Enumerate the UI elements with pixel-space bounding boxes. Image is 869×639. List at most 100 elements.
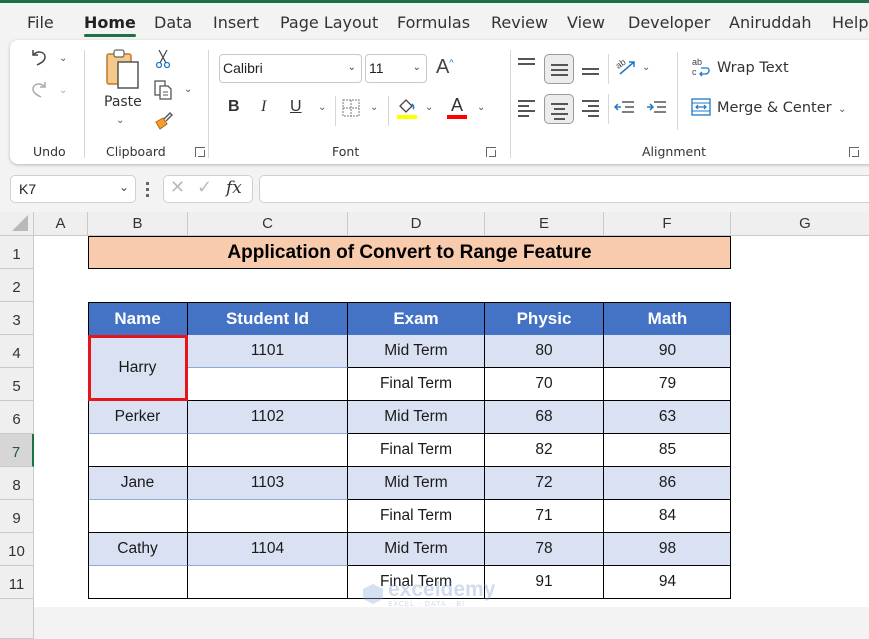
math-cell[interactable]: 98: [604, 533, 731, 566]
tab-home[interactable]: Home: [84, 13, 136, 37]
student-id-cell[interactable]: 1104: [188, 533, 348, 566]
tab-view[interactable]: View: [567, 13, 605, 32]
tab-help[interactable]: Help: [832, 13, 868, 32]
student-id-cell[interactable]: 1102: [188, 401, 348, 434]
column-header-c[interactable]: C: [188, 212, 348, 236]
row-header-9[interactable]: 9: [0, 500, 34, 533]
row-header-2[interactable]: 2: [0, 269, 34, 302]
borders-icon[interactable]: [341, 98, 361, 118]
tab-developer[interactable]: Developer: [628, 13, 710, 32]
exam-cell[interactable]: Mid Term: [348, 401, 485, 434]
exam-cell[interactable]: Mid Term: [348, 533, 485, 566]
format-painter-icon[interactable]: [153, 110, 175, 132]
italic-button[interactable]: I: [261, 98, 266, 116]
math-cell[interactable]: 90: [604, 335, 731, 368]
empty-cell[interactable]: [88, 500, 188, 533]
physic-cell[interactable]: 68: [485, 401, 604, 434]
paste-icon[interactable]: [104, 48, 142, 92]
fill-color-icon[interactable]: [396, 96, 418, 120]
copy-icon[interactable]: [152, 79, 174, 101]
physic-cell[interactable]: 91: [485, 566, 604, 599]
formula-bar-grip[interactable]: [146, 180, 150, 198]
fill-color-dropdown[interactable]: ⌄: [425, 102, 433, 113]
row-header-10[interactable]: 10: [0, 533, 34, 566]
tab-formulas[interactable]: Formulas: [397, 13, 470, 32]
orientation-dropdown[interactable]: ⌄: [642, 62, 650, 73]
decrease-indent-icon[interactable]: [614, 98, 636, 116]
copy-dropdown[interactable]: ⌄: [184, 84, 192, 95]
column-header-d[interactable]: D: [348, 212, 485, 236]
header-name[interactable]: Name: [88, 302, 188, 335]
header-student-id[interactable]: Student Id: [188, 302, 348, 335]
name-cell[interactable]: Cathy: [88, 533, 188, 566]
underline-button[interactable]: U: [290, 98, 302, 116]
merge-center-dropdown[interactable]: ⌄: [838, 104, 846, 115]
select-all-corner[interactable]: [0, 212, 34, 236]
row-header-5[interactable]: 5: [0, 368, 34, 401]
student-id-cell[interactable]: 1103: [188, 467, 348, 500]
physic-cell[interactable]: 72: [485, 467, 604, 500]
increase-indent-icon[interactable]: [646, 98, 668, 116]
exam-cell[interactable]: Final Term: [348, 566, 485, 599]
grow-font-button[interactable]: A^: [436, 56, 454, 79]
cancel-icon[interactable]: ✕: [170, 177, 185, 198]
exam-cell[interactable]: Mid Term: [348, 335, 485, 368]
align-left-button[interactable]: [512, 92, 542, 122]
empty-cell[interactable]: [188, 566, 348, 599]
alignment-dialog-launcher[interactable]: [849, 147, 859, 157]
wrap-text-button[interactable]: Wrap Text: [717, 60, 789, 76]
empty-cell[interactable]: [188, 368, 348, 401]
bold-button[interactable]: B: [228, 98, 240, 116]
paste-dropdown[interactable]: ⌄: [116, 115, 124, 126]
underline-dropdown[interactable]: ⌄: [318, 102, 326, 113]
header-physic[interactable]: Physic: [485, 302, 604, 335]
column-header-a[interactable]: A: [34, 212, 88, 236]
empty-cell[interactable]: [88, 566, 188, 599]
name-box[interactable]: K7 ⌄: [10, 175, 136, 203]
enter-icon[interactable]: ✓: [197, 177, 212, 198]
paste-label[interactable]: Paste: [104, 94, 142, 110]
tab-aniruddah[interactable]: Aniruddah: [729, 13, 812, 32]
row-header-11[interactable]: 11: [0, 566, 34, 599]
font-color-icon[interactable]: A: [447, 95, 469, 120]
borders-dropdown[interactable]: ⌄: [370, 102, 378, 113]
align-right-button[interactable]: [576, 92, 606, 122]
undo-icon[interactable]: [28, 46, 50, 68]
header-math[interactable]: Math: [604, 302, 731, 335]
align-center-button[interactable]: [544, 94, 574, 124]
orientation-icon[interactable]: ab: [614, 54, 638, 78]
font-dialog-launcher[interactable]: [486, 147, 496, 157]
math-cell[interactable]: 79: [604, 368, 731, 401]
column-header-f[interactable]: F: [604, 212, 731, 236]
tab-review[interactable]: Review: [491, 13, 548, 32]
exam-cell[interactable]: Final Term: [348, 368, 485, 401]
column-header-g[interactable]: G: [731, 212, 869, 236]
chevron-down-icon[interactable]: ⌄: [119, 180, 129, 194]
math-cell[interactable]: 63: [604, 401, 731, 434]
scissors-icon[interactable]: [154, 49, 172, 69]
tab-insert[interactable]: Insert: [213, 13, 259, 32]
merge-center-button[interactable]: Merge & Center: [717, 100, 832, 116]
exam-cell[interactable]: Mid Term: [348, 467, 485, 500]
exam-cell[interactable]: Final Term: [348, 434, 485, 467]
physic-cell[interactable]: 80: [485, 335, 604, 368]
header-exam[interactable]: Exam: [348, 302, 485, 335]
row-header-8[interactable]: 8: [0, 467, 34, 500]
exam-cell[interactable]: Final Term: [348, 500, 485, 533]
tab-file[interactable]: File: [27, 13, 54, 32]
font-name-select[interactable]: Calibri ⌄: [219, 54, 362, 83]
physic-cell[interactable]: 78: [485, 533, 604, 566]
row-header-4[interactable]: 4: [0, 335, 34, 368]
student-id-cell[interactable]: 1101: [188, 335, 348, 368]
tab-data[interactable]: Data: [154, 13, 192, 32]
row-header-7[interactable]: 7: [0, 434, 34, 467]
name-cell[interactable]: Harry: [88, 335, 188, 401]
insert-function-icon[interactable]: fx: [226, 178, 242, 198]
math-cell[interactable]: 85: [604, 434, 731, 467]
title-cell[interactable]: Application of Convert to Range Feature: [88, 236, 731, 269]
undo-dropdown[interactable]: ⌄: [59, 53, 67, 64]
bottom-align-button[interactable]: [576, 52, 606, 82]
math-cell[interactable]: 94: [604, 566, 731, 599]
formula-input[interactable]: [259, 175, 869, 203]
tab-page-layout[interactable]: Page Layout: [280, 13, 378, 32]
